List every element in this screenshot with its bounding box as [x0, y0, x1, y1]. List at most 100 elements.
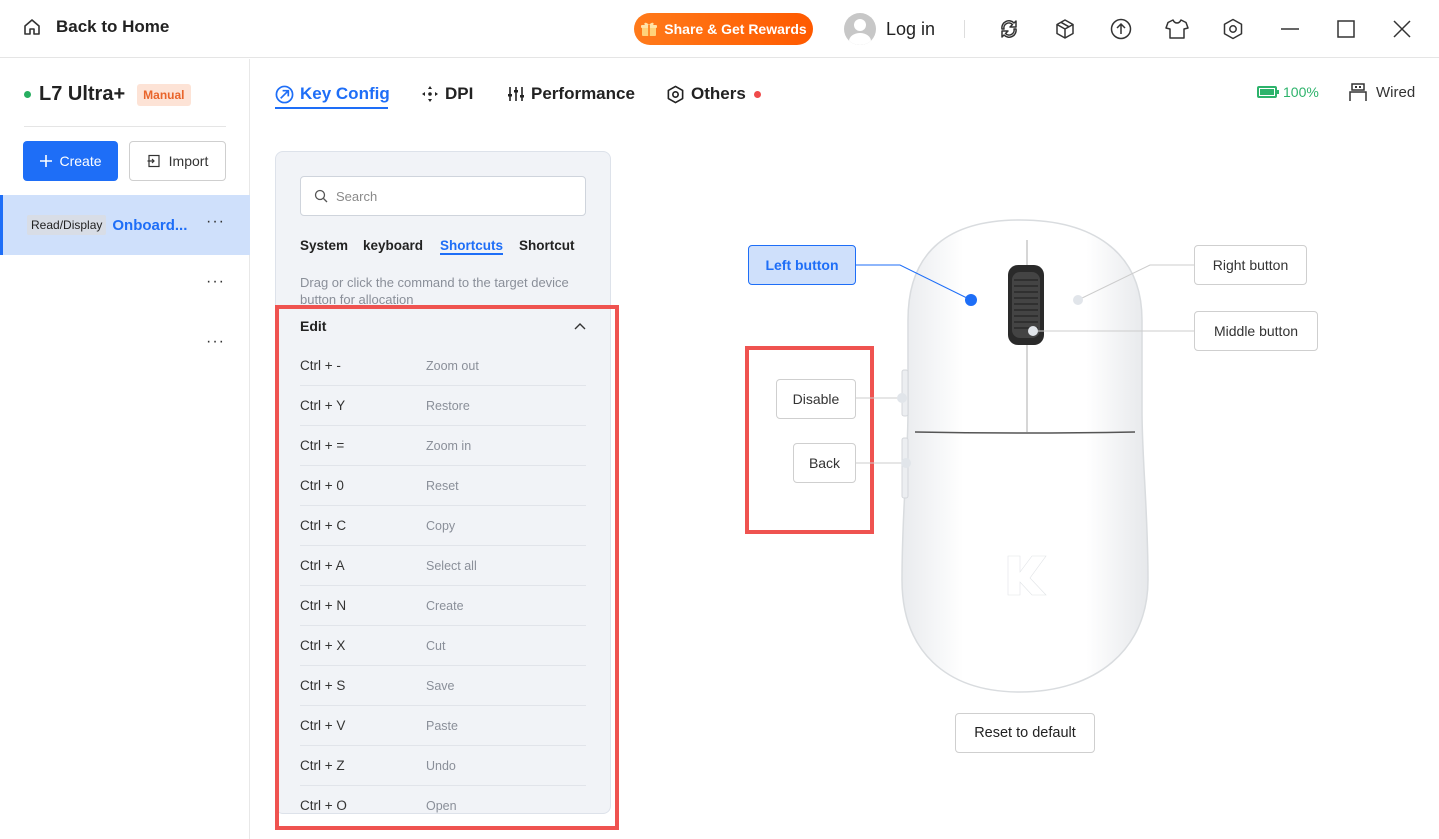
command-item[interactable]: Ctrl + N Create	[300, 586, 586, 626]
tab-others[interactable]: Others	[666, 82, 761, 106]
back-to-home-label: Back to Home	[56, 17, 170, 36]
side-front-button-chip[interactable]: Disable	[776, 379, 856, 419]
reset-to-default-button[interactable]: Reset to default	[955, 713, 1095, 753]
import-icon	[147, 154, 160, 168]
command-item[interactable]: Ctrl + - Zoom out	[300, 346, 586, 386]
battery-status: 100%	[1257, 84, 1319, 100]
minimize-icon[interactable]	[1277, 16, 1303, 42]
search-box	[300, 176, 586, 216]
right-button-chip[interactable]: Right button	[1194, 245, 1307, 285]
left-button-chip[interactable]: Left button	[748, 245, 856, 285]
settings-icon[interactable]	[1220, 16, 1246, 42]
active-category-indicator	[440, 253, 503, 255]
more-options-icon[interactable]: ···	[206, 333, 225, 351]
close-icon[interactable]	[1389, 16, 1415, 42]
connection-status: Wired	[1348, 82, 1415, 102]
command-description: Reset	[426, 478, 459, 493]
command-item[interactable]: Ctrl + Y Restore	[300, 386, 586, 426]
sync-icon[interactable]	[996, 16, 1022, 42]
command-item[interactable]: Ctrl + X Cut	[300, 626, 586, 666]
plus-icon	[40, 155, 53, 167]
connected-status-dot	[24, 91, 31, 98]
category-shortcuts[interactable]: Shortcuts	[440, 238, 503, 253]
device-name: L7 Ultra+	[39, 83, 126, 105]
battery-level: 100%	[1283, 84, 1319, 100]
command-description: Select all	[426, 558, 477, 573]
command-item[interactable]: Ctrl + = Zoom in	[300, 426, 586, 466]
more-options-icon[interactable]: ···	[206, 273, 225, 291]
active-tab-indicator	[275, 107, 388, 109]
category-system[interactable]: System	[300, 238, 348, 253]
more-options-icon[interactable]: ···	[206, 213, 225, 231]
shirt-icon[interactable]	[1164, 16, 1190, 42]
tab-label: Performance	[531, 84, 635, 103]
side-back-button-chip[interactable]: Back	[793, 443, 856, 483]
command-description: Restore	[426, 398, 470, 413]
command-description: Copy	[426, 518, 456, 533]
command-item[interactable]: Ctrl + S Save	[300, 666, 586, 706]
sidebar: L7 Ultra+ Manual Create Import Read/Disp…	[0, 59, 250, 839]
command-item[interactable]: Ctrl + V Paste	[300, 706, 586, 746]
highlight-frame-side-buttons	[745, 346, 874, 534]
tab-dpi[interactable]: DPI	[421, 82, 473, 106]
share-rewards-button[interactable]: Share & Get Rewards	[634, 13, 813, 45]
import-label: Import	[168, 153, 209, 169]
profile-item[interactable]: ···	[0, 255, 250, 315]
back-to-home-button[interactable]: Back to Home	[22, 17, 169, 37]
share-rewards-label: Share & Get Rewards	[664, 21, 807, 37]
upload-icon[interactable]	[1108, 16, 1134, 42]
profile-name: Onboard...	[112, 216, 188, 234]
allocation-hint: Drag or click the command to the target …	[300, 275, 569, 307]
command-description: Undo	[426, 758, 456, 773]
tab-performance[interactable]: Performance	[507, 82, 635, 106]
command-shortcut: Ctrl + Z	[300, 758, 345, 773]
command-list: Ctrl + - Zoom out Ctrl + Y Restore Ctrl + = Z…	[300, 346, 586, 813]
command-item[interactable]: Ctrl + 0 Reset	[300, 466, 586, 506]
category-keyboard[interactable]: keyboard	[363, 238, 423, 253]
command-item[interactable]: Ctrl + Z Undo	[300, 746, 586, 786]
mouse-illustration	[901, 219, 1149, 693]
divider	[24, 126, 226, 127]
tab-label: DPI	[445, 84, 474, 103]
profile-item[interactable]: ···	[0, 315, 250, 375]
connection-label: Wired	[1376, 83, 1416, 101]
home-icon	[24, 19, 40, 35]
avatar	[844, 13, 876, 45]
tab-label: Key Config	[300, 84, 390, 103]
command-shortcut: Ctrl + V	[300, 718, 346, 733]
login-button[interactable]: Log in	[844, 13, 935, 45]
command-shortcut: Ctrl + A	[300, 558, 345, 573]
divider	[964, 20, 965, 38]
command-description: Open	[426, 798, 457, 813]
performance-icon	[508, 87, 524, 101]
category-shortcut[interactable]: Shortcut	[519, 238, 575, 253]
read-display-tag: Read/Display	[27, 215, 107, 235]
command-shortcut: Ctrl + N	[300, 598, 347, 613]
command-panel: System keyboard Shortcuts Shortcut Drag …	[275, 151, 611, 814]
profile-item-onboard[interactable]: Read/Display Onboard... ···	[0, 195, 250, 255]
battery-icon	[1257, 86, 1279, 98]
middle-button-chip[interactable]: Middle button	[1194, 311, 1318, 351]
manual-badge: Manual	[137, 83, 191, 106]
notification-dot	[753, 90, 761, 98]
import-profile-button[interactable]: Import	[129, 141, 226, 181]
group-title: Edit	[300, 318, 327, 334]
command-description: Zoom in	[426, 438, 472, 453]
command-shortcut: Ctrl + -	[300, 358, 341, 373]
command-description: Create	[426, 598, 464, 613]
command-description: Save	[426, 678, 455, 693]
device-header: L7 Ultra+ Manual	[24, 83, 191, 106]
tab-key-config[interactable]: Key Config	[275, 82, 390, 106]
cube-icon[interactable]	[1052, 16, 1078, 42]
command-shortcut: Ctrl + C	[300, 518, 347, 533]
command-shortcut: Ctrl + Y	[300, 398, 346, 413]
command-item[interactable]: Ctrl + C Copy	[300, 506, 586, 546]
maximize-icon[interactable]	[1333, 16, 1359, 42]
edit-group-header[interactable]: Edit	[300, 318, 586, 334]
title-bar: Back to Home Share & Get Rewards Log in	[0, 0, 1439, 58]
command-item[interactable]: Ctrl + A Select all	[300, 546, 586, 586]
create-profile-button[interactable]: Create	[23, 141, 118, 181]
key-config-icon	[275, 85, 294, 103]
command-item[interactable]: Ctrl + O Open	[300, 786, 586, 813]
search-input[interactable]	[336, 188, 556, 204]
